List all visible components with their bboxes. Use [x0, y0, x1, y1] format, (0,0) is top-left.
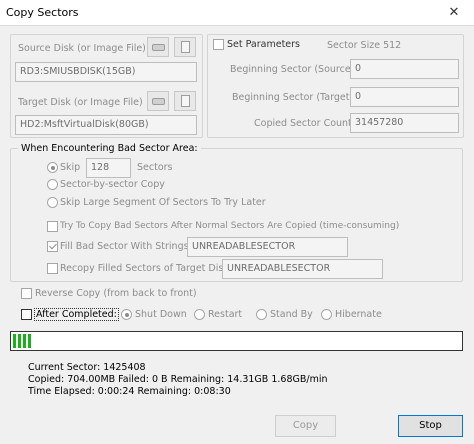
- target-disk-button[interactable]: [147, 91, 169, 111]
- source-file-button[interactable]: [174, 37, 196, 57]
- target-disk-field[interactable]: HD2:MsftVirtualDisk(80GB): [15, 115, 197, 135]
- source-disk-button[interactable]: [147, 37, 169, 57]
- fill-bad-field[interactable]: UNREADABLESECTOR: [187, 237, 348, 257]
- try-copy-checkbox[interactable]: [47, 221, 58, 232]
- copy-button[interactable]: Copy: [275, 415, 336, 437]
- file-icon: [181, 41, 190, 53]
- standby-label: Stand By: [270, 309, 313, 320]
- set-parameters-label: Set Parameters: [227, 39, 300, 50]
- reverse-copy-checkbox[interactable]: [21, 288, 32, 299]
- after-completed-label: After Completed:: [34, 308, 119, 321]
- disk-icon: [152, 98, 165, 105]
- target-disk-label: Target Disk (or Image File): [18, 97, 143, 108]
- set-parameters-checkbox[interactable]: [213, 39, 224, 50]
- close-button[interactable]: ✕: [434, 0, 474, 26]
- hibernate-radio[interactable]: [321, 309, 332, 320]
- window-title: Copy Sectors: [6, 6, 79, 19]
- hibernate-label: Hibernate: [335, 309, 382, 320]
- skip-label: Skip: [60, 162, 81, 173]
- restart-radio[interactable]: [194, 309, 205, 320]
- progress-segment: [28, 334, 31, 348]
- copied-count-label: Copied Sector Count:: [254, 118, 355, 129]
- source-disk-field[interactable]: RD3:SMIUSBDISK(15GB): [15, 62, 197, 82]
- time-status-text: Time Elapsed: 0:00:24 Remaining: 0:08:30: [28, 386, 231, 397]
- skip-large-label: Skip Large Segment Of Sectors To Try Lat…: [60, 197, 266, 208]
- after-completed-checkbox[interactable]: [21, 309, 32, 320]
- current-sector-text: Current Sector: 1425408: [28, 362, 146, 373]
- begin-source-label: Beginning Sector (Source):: [230, 64, 358, 75]
- standby-radio[interactable]: [256, 309, 267, 320]
- file-icon: [181, 95, 190, 107]
- begin-target-field[interactable]: 0: [350, 87, 459, 107]
- shutdown-radio[interactable]: [121, 309, 132, 320]
- fill-bad-checkbox[interactable]: [47, 241, 58, 252]
- restart-label: Restart: [208, 309, 243, 320]
- progress-segment: [18, 334, 21, 348]
- sector-size-label: Sector Size 512: [327, 40, 402, 51]
- copied-count-field[interactable]: 31457280: [350, 113, 459, 133]
- skip-large-radio[interactable]: [47, 197, 58, 208]
- stop-button[interactable]: Stop: [398, 415, 463, 437]
- source-disk-label: Source Disk (or Image File): [18, 43, 146, 54]
- begin-target-label: Beginning Sector (Target):: [232, 92, 357, 103]
- recopy-label: Recopy Filled Sectors of Target Disk:: [60, 263, 233, 274]
- sector-by-sector-label: Sector-by-sector Copy: [60, 179, 165, 190]
- try-copy-label: Try To Copy Bad Sectors After Normal Sec…: [60, 221, 400, 231]
- shutdown-label: Shut Down: [135, 309, 187, 320]
- target-file-button[interactable]: [174, 91, 196, 111]
- skip-radio[interactable]: [47, 162, 58, 173]
- progress-fill: [11, 332, 31, 350]
- progress-segment: [13, 334, 16, 348]
- sector-by-sector-radio[interactable]: [47, 179, 58, 190]
- skip-unit-label: Sectors: [137, 162, 173, 173]
- disk-icon: [152, 44, 165, 51]
- reverse-copy-label: Reverse Copy (from back to front): [35, 288, 197, 299]
- recopy-checkbox[interactable]: [47, 263, 58, 274]
- skip-count-field[interactable]: 128: [86, 158, 131, 178]
- recopy-field[interactable]: UNREADABLESECTOR: [222, 259, 383, 279]
- progress-segment: [23, 334, 26, 348]
- begin-source-field[interactable]: 0: [350, 59, 459, 79]
- progress-bar: [10, 331, 463, 351]
- bad-sector-group-label: When Encountering Bad Sector Area:: [18, 143, 201, 154]
- title-bar: Copy Sectors ✕: [0, 0, 474, 26]
- copied-status-text: Copied: 704.00MB Failed: 0 B Remaining: …: [28, 374, 328, 385]
- fill-bad-label: Fill Bad Sector With Strings:: [60, 241, 192, 252]
